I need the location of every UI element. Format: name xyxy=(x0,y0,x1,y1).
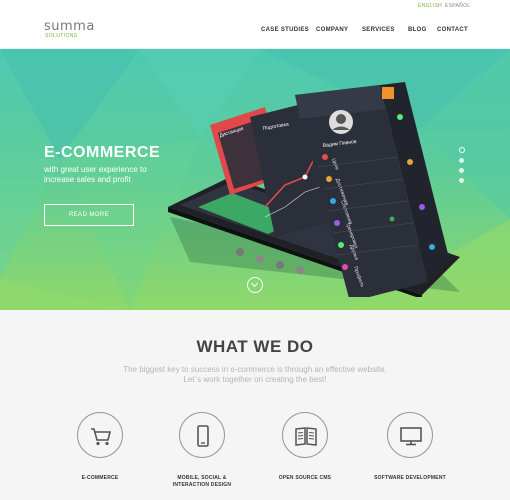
section-title: WHAT WE DO xyxy=(196,337,314,356)
service-label: E-Commerce xyxy=(81,475,119,481)
service-label: Mobile, Social & Interaction Design xyxy=(172,475,232,488)
service-cms[interactable]: Open Source CMS xyxy=(265,412,345,482)
hero-subtitle: with great user experience to increase s… xyxy=(44,165,147,184)
service-icon-circle xyxy=(282,412,328,458)
book-icon xyxy=(295,427,317,446)
chevron-down-icon xyxy=(250,279,259,288)
intro-line: Let´s work together on creating the best… xyxy=(183,375,327,384)
hero-title: E-COMMERCE xyxy=(44,144,161,161)
service-icon-circle xyxy=(387,412,433,458)
service-icon-circle xyxy=(179,412,225,458)
cart-icon xyxy=(91,428,112,446)
service-ecommerce[interactable]: E-Commerce xyxy=(60,412,140,482)
site-header: summa Solutions Case Studies Company Ser… xyxy=(0,12,510,49)
service-software[interactable]: Software Development xyxy=(370,412,450,482)
nav-services[interactable]: Services xyxy=(362,27,395,33)
slider-dot[interactable] xyxy=(459,178,464,183)
slider-dots xyxy=(458,147,465,188)
language-bar: English Español xyxy=(0,0,510,12)
service-icon-circle xyxy=(77,412,123,458)
slider-dot[interactable] xyxy=(459,158,464,163)
scroll-down-button[interactable] xyxy=(247,277,263,293)
read-more-button[interactable]: Read more xyxy=(44,204,134,226)
phone-illustration: Дистанция Подготовка Вадим Пивнов Цели Д… xyxy=(168,82,460,297)
service-mobile[interactable]: Mobile, Social & Interaction Design xyxy=(162,412,242,489)
service-label: Software Development xyxy=(374,475,446,481)
intro-line: The biggest key to success in e-commerce… xyxy=(123,365,387,374)
nav-blog[interactable]: Blog xyxy=(408,27,427,33)
slider-dot[interactable] xyxy=(459,168,464,173)
section-intro: The biggest key to success in e-commerce… xyxy=(0,365,510,385)
language-english-link[interactable]: English xyxy=(418,3,442,9)
service-label: Open Source CMS xyxy=(278,475,332,481)
nav-company[interactable]: Company xyxy=(316,27,348,33)
monitor-icon xyxy=(400,427,422,446)
nav-contact[interactable]: Contact xyxy=(437,27,468,33)
language-espanol-link[interactable]: Español xyxy=(445,3,470,9)
slider-dot[interactable] xyxy=(458,147,465,153)
mobile-icon xyxy=(197,425,209,447)
hero-slider: Дистанция Подготовка Вадим Пивнов Цели Д… xyxy=(0,49,510,310)
main-nav: Case Studies Company Services Blog Conta… xyxy=(0,27,510,37)
nav-case-studies[interactable]: Case Studies xyxy=(261,27,309,33)
